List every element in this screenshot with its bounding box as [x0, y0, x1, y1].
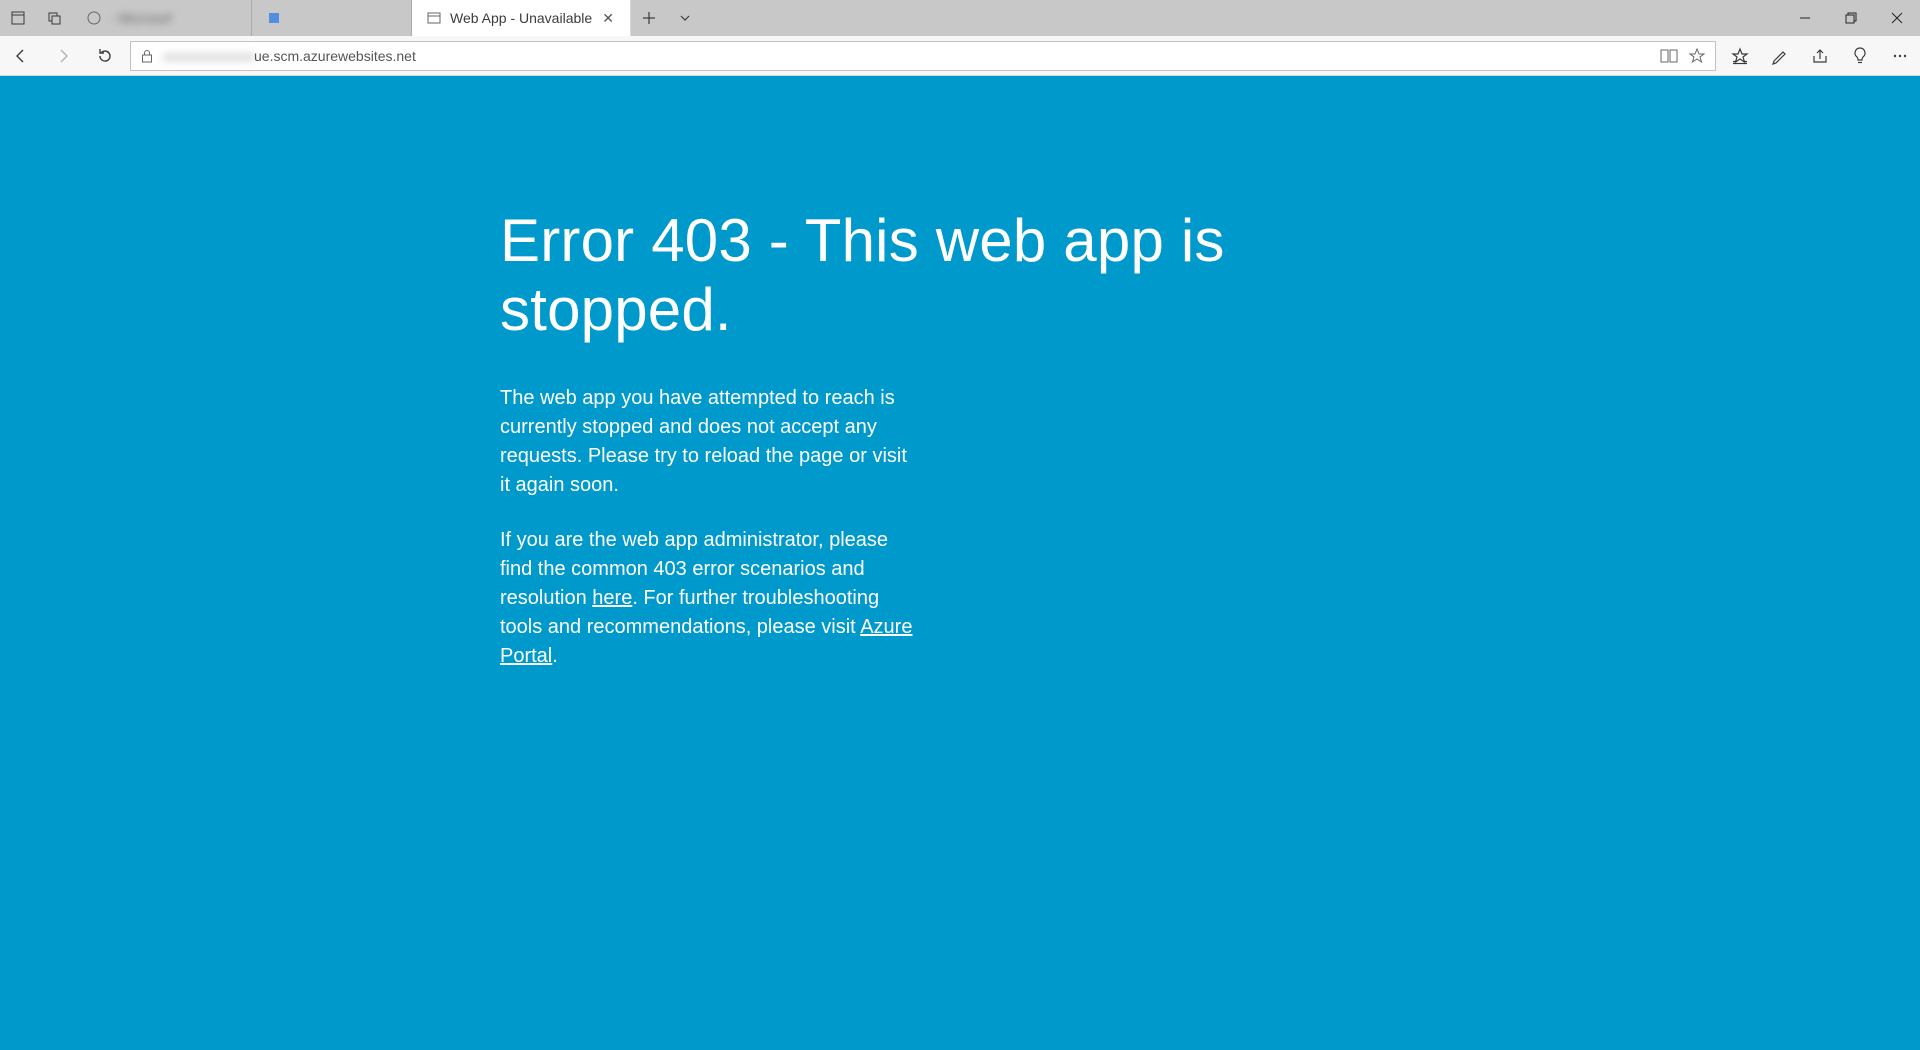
page-viewport: Error 403 - This web app is stopped. The…	[0, 76, 1920, 1050]
close-window-button[interactable]	[1874, 0, 1920, 36]
error-heading: Error 403 - This web app is stopped.	[500, 206, 1320, 344]
tab-favicon-icon	[266, 10, 282, 26]
close-tab-icon[interactable]: ✕	[600, 10, 616, 26]
tab-strip: - Microsof Web App - Unavailable ✕	[0, 0, 1920, 36]
url-visible-suffix: ue.scm.azurewebsites.net	[254, 48, 416, 64]
reading-view-icon[interactable]	[1659, 46, 1679, 66]
minimize-button[interactable]	[1782, 0, 1828, 36]
browser-tab-1[interactable]	[252, 0, 412, 36]
titlebar-drag-region	[703, 0, 1782, 36]
tab-preview-chevron-icon[interactable]	[667, 0, 703, 36]
address-bar[interactable]: xxxxxxxxxxxxxue.scm.azurewebsites.net	[130, 41, 1716, 71]
new-tab-button[interactable]	[631, 0, 667, 36]
favorites-button[interactable]	[1720, 36, 1760, 75]
favorite-star-icon[interactable]	[1687, 46, 1707, 66]
tab-title: - Microsof	[110, 10, 237, 26]
lock-icon	[139, 48, 155, 64]
tab-favicon-icon	[86, 10, 102, 26]
error-panel: Error 403 - This web app is stopped. The…	[500, 206, 1320, 697]
share-button[interactable]	[1800, 36, 1840, 75]
toolbar: xxxxxxxxxxxxxue.scm.azurewebsites.net	[0, 36, 1920, 76]
sidebar-toggle-icon[interactable]	[0, 0, 36, 36]
refresh-button[interactable]	[84, 36, 126, 75]
error-scenarios-link[interactable]: here	[592, 587, 632, 609]
back-button[interactable]	[0, 36, 42, 75]
browser-tab-2[interactable]: Web App - Unavailable ✕	[412, 0, 631, 36]
forward-button[interactable]	[42, 36, 84, 75]
browser-tab-0[interactable]: - Microsof	[72, 0, 252, 36]
url-text[interactable]: xxxxxxxxxxxxxue.scm.azurewebsites.net	[163, 48, 1651, 64]
window-controls	[1782, 0, 1920, 36]
restore-button[interactable]	[1828, 0, 1874, 36]
webpage-icon	[426, 10, 442, 26]
error-paragraph-2: If you are the web app administrator, pl…	[500, 526, 920, 671]
set-aside-tabs-icon[interactable]	[36, 0, 72, 36]
para2-post: .	[552, 645, 558, 667]
tab-title: Web App - Unavailable	[450, 10, 592, 26]
error-paragraph-1: The web app you have attempted to reach …	[500, 384, 920, 500]
tips-button[interactable]	[1840, 36, 1880, 75]
notes-button[interactable]	[1760, 36, 1800, 75]
browser-window: - Microsof Web App - Unavailable ✕	[0, 0, 1920, 1050]
more-button[interactable]	[1880, 36, 1920, 75]
